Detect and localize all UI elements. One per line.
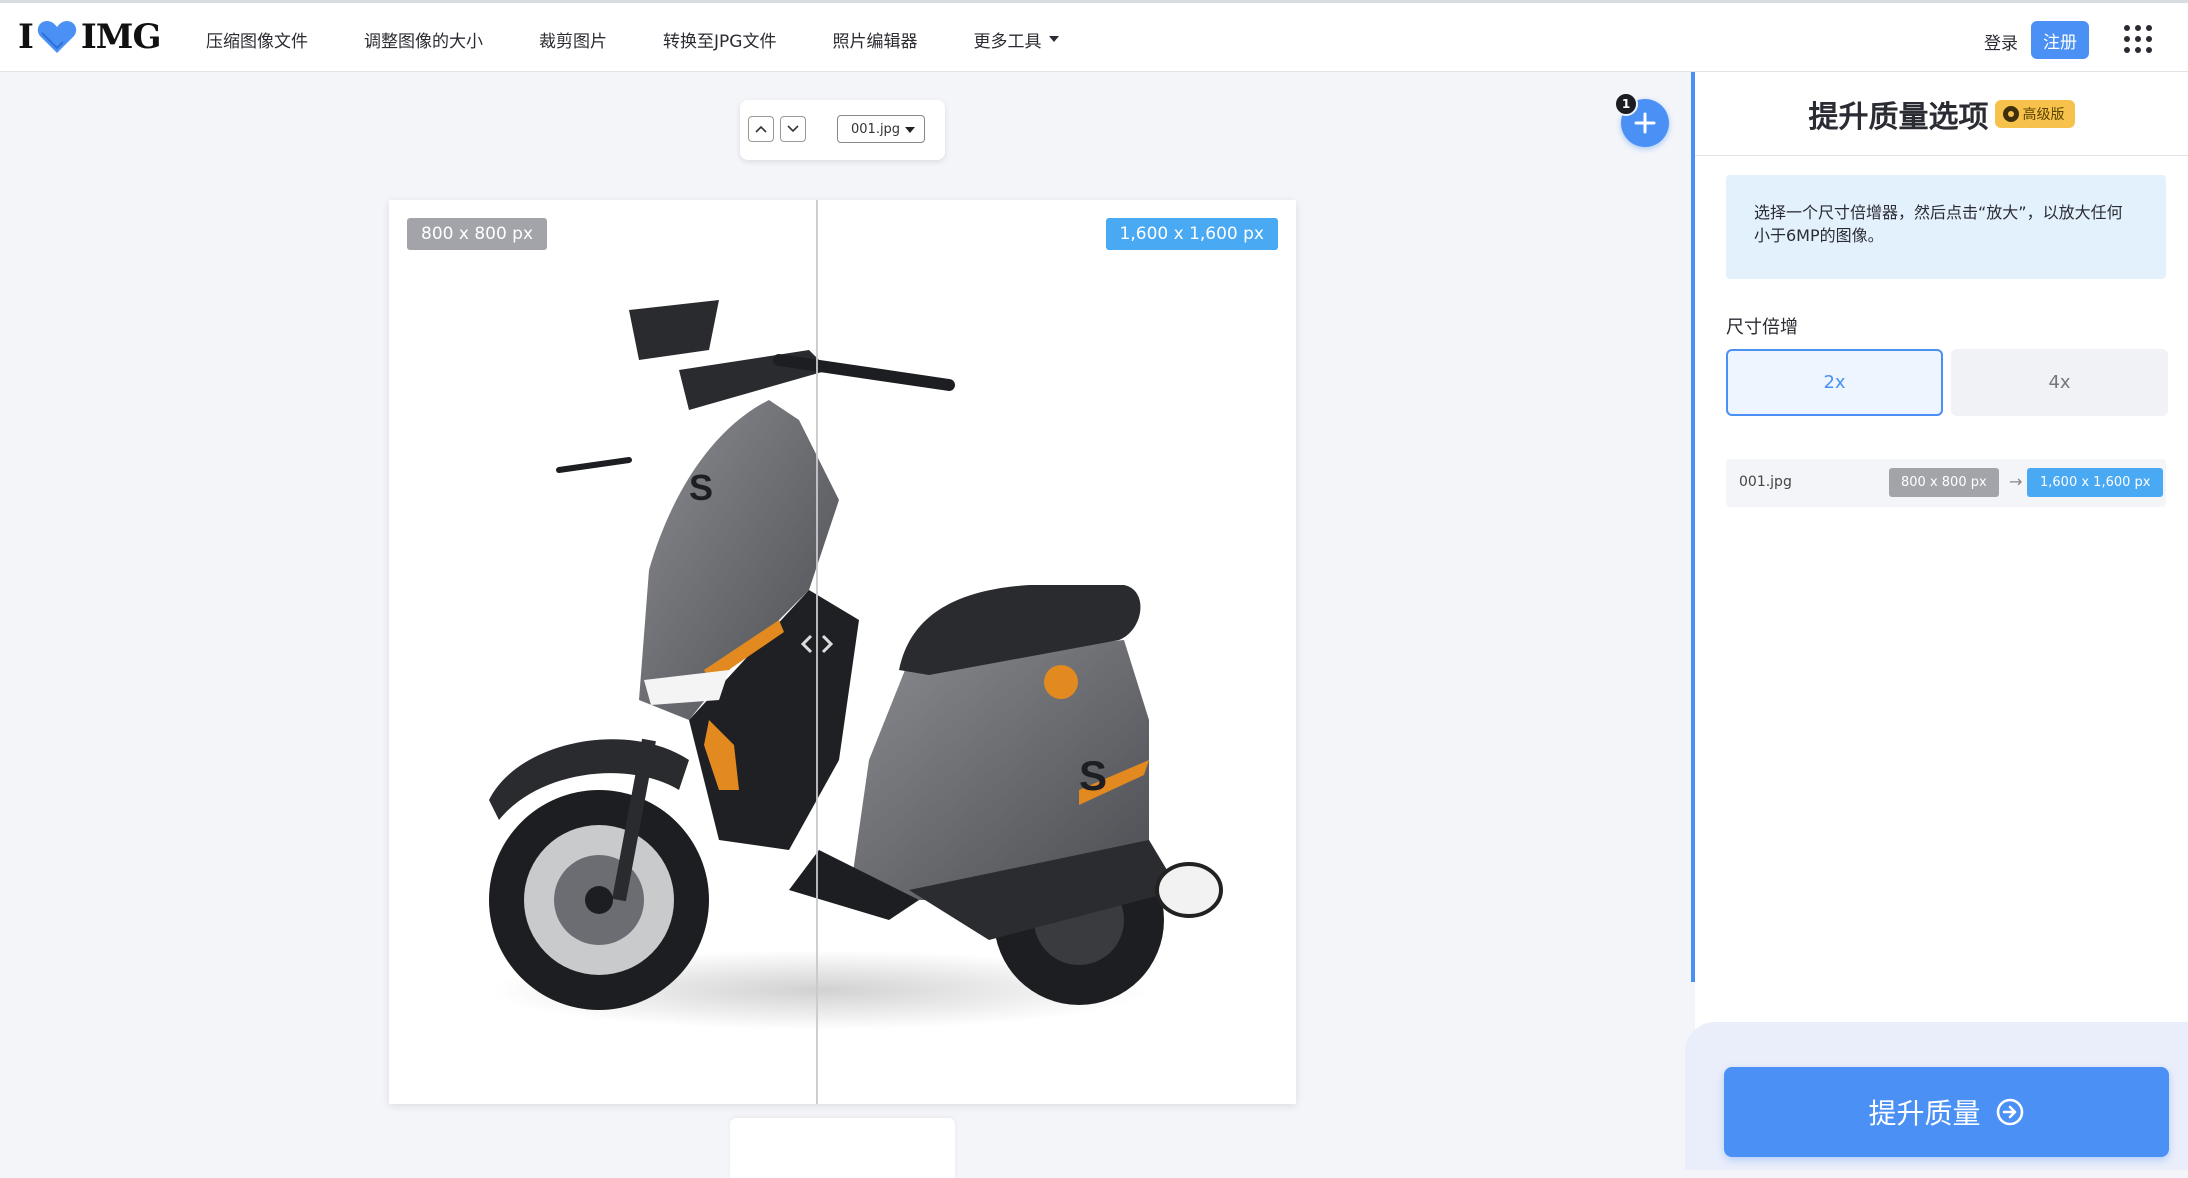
file-row-name: 001.jpg (1739, 474, 1792, 490)
chevron-down-icon (787, 125, 799, 133)
svg-text:S: S (689, 467, 713, 508)
login-link[interactable]: 登录 (1984, 29, 2018, 54)
multiplier-label: 尺寸倍增 (1726, 317, 1798, 338)
svg-text:S: S (1079, 752, 1107, 799)
arrow-circle-right-icon (1995, 1097, 2025, 1127)
panel-header: 提升质量选项 高级版 (1695, 72, 2188, 156)
brand-logo[interactable]: I IMG (18, 17, 162, 57)
scooter-image: S S (489, 300, 1223, 1030)
nav-item-resize[interactable]: 调整图像的大小 (364, 27, 483, 52)
arrow-right-icon: → (2009, 472, 2023, 491)
logo-text-right: IMG (80, 17, 162, 57)
apps-grid-icon[interactable] (2124, 25, 2152, 53)
next-file-button[interactable] (780, 116, 806, 142)
selected-file-label: 001.jpg (851, 121, 901, 137)
premium-label: 高级版 (2022, 106, 2065, 123)
file-count-badge: 1 (1614, 92, 1638, 116)
top-navbar: I IMG 压缩图像文件 调整图像的大小 裁剪图片 转换至JPG文件 照片编辑器… (0, 0, 2188, 72)
caret-down-icon (1049, 36, 1060, 42)
upscale-button[interactable]: 提升质量 (1724, 1067, 2169, 1157)
nav-item-crop[interactable]: 裁剪图片 (539, 27, 607, 52)
multiplier-2x-button[interactable]: 2x (1726, 349, 1943, 416)
nav-item-compress[interactable]: 压缩图像文件 (206, 27, 308, 52)
premium-coin-icon (2002, 105, 2019, 122)
file-row: 001.jpg 800 x 800 px → 1,600 x 1,600 px (1726, 459, 2166, 507)
nav-item-convert-jpg[interactable]: 转换至JPG文件 (663, 27, 776, 52)
upscaled-size-tag: 1,600 x 1,600 px (1105, 218, 1278, 250)
premium-badge: 高级版 (1994, 99, 2075, 128)
original-size-tag: 800 x 800 px (407, 218, 548, 250)
comparison-viewer[interactable]: S S 800 x 800 px 1,600 x 1,600 px (389, 200, 1296, 1104)
logo-text-left: I (18, 17, 34, 57)
file-select-dropdown[interactable]: 001.jpg (837, 115, 925, 143)
chevron-up-icon (755, 125, 767, 133)
workspace: 001.jpg 1 S S 800 x 800 px 1,600 x 1,600… (0, 72, 1694, 1178)
file-row-from-size: 800 x 800 px (1889, 468, 1999, 497)
caret-down-icon (905, 127, 915, 133)
nav-item-photo-editor[interactable]: 照片编辑器 (832, 27, 917, 52)
more-tools-label: 更多工具 (973, 31, 1042, 52)
heart-icon (37, 20, 77, 54)
options-panel: 提升质量选项 高级版 选择一个尺寸倍增器，然后点击“放大”，以放大任何小于6MP… (1685, 72, 2188, 1170)
info-box: 选择一个尺寸倍增器，然后点击“放大”，以放大任何小于6MP的图像。 (1726, 175, 2166, 279)
main-nav: 压缩图像文件 调整图像的大小 裁剪图片 转换至JPG文件 照片编辑器 更多工具 (206, 3, 1115, 75)
file-row-to-size: 1,600 x 1,600 px (2027, 468, 2164, 497)
signup-button[interactable]: 注册 (2031, 21, 2089, 59)
nav-item-more-tools[interactable]: 更多工具 (973, 27, 1060, 52)
upscale-button-label: 提升质量 (1868, 1097, 1981, 1130)
comparison-handle-icon[interactable] (797, 630, 837, 658)
panel-title: 提升质量选项 (1808, 99, 1989, 135)
multiplier-4x-button[interactable]: 4x (1951, 349, 2168, 416)
prev-file-button[interactable] (748, 116, 774, 142)
next-file-card[interactable] (730, 1118, 955, 1178)
